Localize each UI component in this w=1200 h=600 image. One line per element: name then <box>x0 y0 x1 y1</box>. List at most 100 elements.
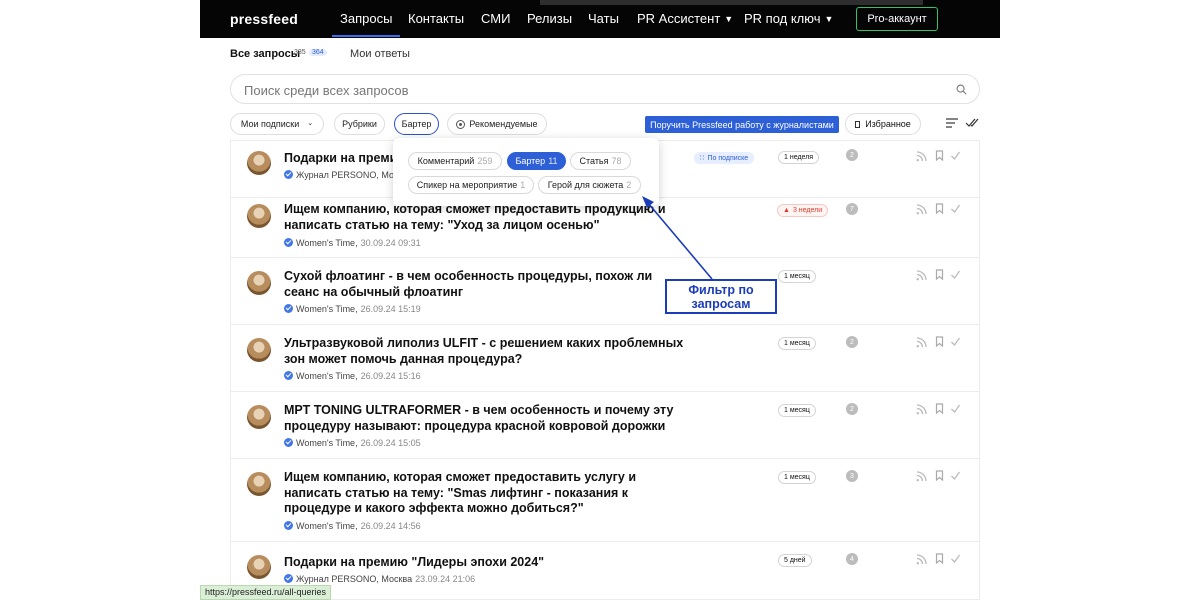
time-badge: 1 неделя <box>778 151 820 164</box>
rss-icon[interactable] <box>916 471 927 482</box>
bookmark-icon[interactable] <box>934 269 945 280</box>
request-title[interactable]: Ищем компанию, которая сможет предостави… <box>284 470 684 517</box>
nav-item-releases[interactable]: Релизы <box>527 11 572 26</box>
rss-icon[interactable] <box>916 554 927 565</box>
request-source: Women's Time, 26.09.24 14:56 <box>284 521 421 531</box>
check-icon[interactable] <box>950 553 961 564</box>
favorites-label: Избранное <box>865 119 911 129</box>
request-row[interactable]: Ультразвуковой липолиз ULFIT - с решение… <box>231 324 979 391</box>
annotation-label: Фильтр по запросам <box>665 279 777 314</box>
avatar <box>247 405 271 429</box>
sort-icon[interactable] <box>945 117 959 129</box>
chip-event-speaker[interactable]: Спикер на мероприятие 1 <box>408 176 534 194</box>
nav-item-media[interactable]: СМИ <box>481 11 510 26</box>
check-icon[interactable] <box>950 403 961 414</box>
tab-my-answers[interactable]: Мои ответы <box>350 48 410 60</box>
rubrics-filter[interactable]: Рубрики <box>334 113 385 135</box>
bookmark-icon[interactable] <box>934 470 945 481</box>
search-icon[interactable] <box>956 84 967 95</box>
request-title[interactable]: Ультразвуковой липолиз ULFIT - с решение… <box>284 336 684 367</box>
nav-item-pr-turnkey[interactable]: PR под ключ ▼ <box>744 11 833 26</box>
logo[interactable]: pressfeed <box>230 11 298 27</box>
request-title[interactable]: Ищем компанию, которая сможет предостави… <box>284 202 684 233</box>
source-name: Women's Time, <box>296 238 358 248</box>
rss-icon[interactable] <box>916 204 927 215</box>
new-count-badge: 364 <box>309 49 327 56</box>
recommended-filter[interactable]: Рекомендуемые <box>447 113 547 135</box>
tab-all-requests[interactable]: Все запросы <box>230 48 300 60</box>
pro-account-button[interactable]: Pro-аккаунт <box>856 7 938 31</box>
mark-all-read-icon[interactable] <box>965 117 980 129</box>
response-count: 2 <box>846 149 858 161</box>
request-row[interactable]: Ищем компанию, которая сможет предостави… <box>231 458 979 541</box>
chip-barter[interactable]: Бартер 11 <box>507 152 566 170</box>
avatar <box>247 472 271 496</box>
request-row[interactable]: Подарки на премию "Лидеры эпохи 2024" Жу… <box>231 541 979 600</box>
chip-story-hero[interactable]: Герой для сюжета 2 <box>538 176 641 194</box>
request-row[interactable]: МРТ TONING ULTRAFORMER - в чем особеннос… <box>231 391 979 458</box>
request-source: Women's Time, 26.09.24 15:16 <box>284 371 421 381</box>
check-icon[interactable] <box>950 150 961 161</box>
rss-icon[interactable] <box>916 151 927 162</box>
time-badge: 5 дней <box>778 554 812 567</box>
tab-my-answers-label: Мои ответы <box>350 48 410 60</box>
avatar <box>247 338 271 362</box>
delegate-to-pressfeed-button[interactable]: Поручить Pressfeed работу с журналистами <box>645 116 839 133</box>
source-name: Журнал PERSONO, Москва <box>296 574 413 584</box>
request-title[interactable]: МРТ TONING ULTRAFORMER - в чем особеннос… <box>284 403 684 434</box>
chip-count: 1 <box>520 180 526 190</box>
filter-label: Бартер <box>401 119 432 129</box>
bookmark-icon[interactable] <box>934 203 945 214</box>
filter-label: Мои подписки <box>240 119 300 129</box>
avatar <box>247 151 271 175</box>
bookmark-icon <box>855 120 861 128</box>
bookmark-icon[interactable] <box>934 553 945 564</box>
nav-item-requests[interactable]: Запросы <box>331 11 401 37</box>
request-source: Women's Time, 26.09.24 15:19 <box>284 304 421 314</box>
rss-icon[interactable] <box>916 270 927 281</box>
chip-label: Спикер на мероприятие <box>416 180 518 190</box>
check-icon[interactable] <box>950 203 961 214</box>
search-input[interactable] <box>244 81 924 99</box>
response-count: 4 <box>846 553 858 565</box>
request-row[interactable]: Ищем компанию, которая сможет предостави… <box>231 197 979 257</box>
request-row[interactable]: Сухой флоатинг - в чем особенность проце… <box>231 257 979 324</box>
subscription-badge: ∷ По подписке <box>694 152 755 164</box>
nav-item-chats[interactable]: Чаты <box>588 11 619 26</box>
check-icon[interactable] <box>950 269 961 280</box>
rss-icon[interactable] <box>916 337 927 348</box>
request-title[interactable]: Подарки на премию "Лидеры эпохи 2024" <box>284 555 684 571</box>
chip-count: 2 <box>626 180 632 190</box>
check-icon[interactable] <box>950 336 961 347</box>
check-icon[interactable] <box>950 470 961 481</box>
avatar <box>247 555 271 579</box>
verified-icon <box>284 521 293 530</box>
chip-label: Герой для сюжета <box>547 180 624 190</box>
request-date: 30.09.24 09:31 <box>360 238 421 248</box>
my-subscriptions-dropdown[interactable]: Мои подписки ⌄ <box>230 113 324 135</box>
favorites-button[interactable]: Избранное <box>845 113 921 135</box>
request-source: Women's Time, 30.09.24 09:31 <box>284 238 421 248</box>
request-title[interactable]: Сухой флоатинг - в чем особенность проце… <box>284 269 684 300</box>
chip-label: Бартер <box>515 156 546 166</box>
app-window: pressfeed Запросы Контакты СМИ Релизы Ча… <box>200 0 1000 600</box>
chip-article[interactable]: Статья 78 <box>570 152 631 170</box>
rss-icon[interactable] <box>916 404 927 415</box>
request-date: 23.09.24 21:06 <box>415 574 476 584</box>
bookmark-icon[interactable] <box>934 403 945 414</box>
nav-item-label: PR Ассистент <box>637 11 721 26</box>
tab-all-requests-label: Все запросы <box>230 48 301 60</box>
request-source: Women's Time, 26.09.24 15:05 <box>284 438 421 448</box>
chip-count: 11 <box>548 156 558 166</box>
verified-icon <box>284 238 293 247</box>
nav-item-pr-assistant[interactable]: PR Ассистент ▼ <box>637 11 733 26</box>
bookmark-icon[interactable] <box>934 336 945 347</box>
chip-comment[interactable]: Комментарий 259 <box>408 152 502 170</box>
bookmark-icon[interactable] <box>934 150 945 161</box>
top-navigation: pressfeed Запросы Контакты СМИ Релизы Ча… <box>200 0 1000 38</box>
time-badge: 1 месяц <box>778 337 816 350</box>
barter-filter[interactable]: Бартер <box>394 113 439 135</box>
response-count: 7 <box>846 203 858 215</box>
avatar <box>247 271 271 295</box>
nav-item-contacts[interactable]: Контакты <box>408 11 464 26</box>
